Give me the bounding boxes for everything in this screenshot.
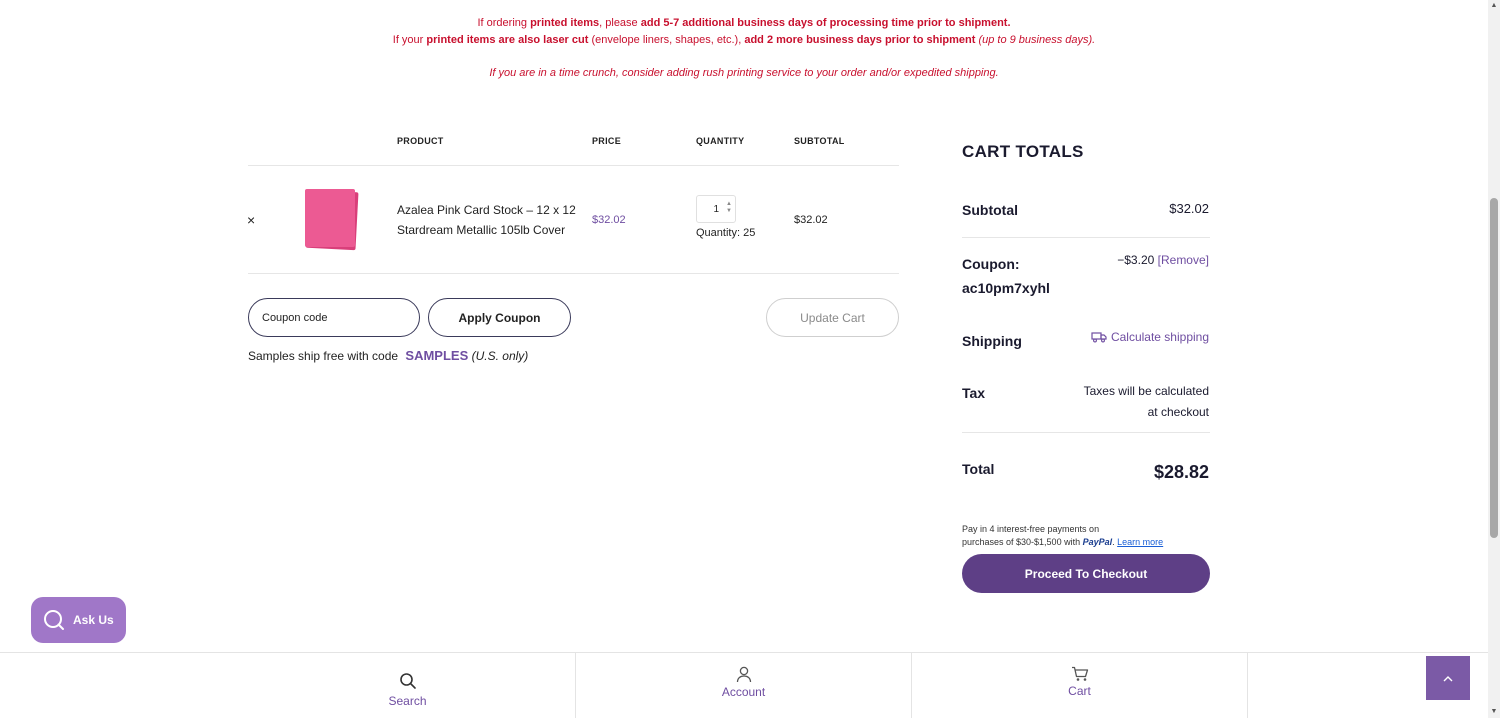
shipping-label: Shipping — [962, 333, 1022, 349]
apply-coupon-button[interactable]: Apply Coupon — [428, 298, 571, 337]
search-icon — [44, 610, 64, 630]
samples-code: SAMPLES — [405, 348, 469, 363]
page-scrollbar[interactable]: ▲ ▼ — [1488, 0, 1500, 718]
nav-divider — [1247, 653, 1248, 718]
learn-more-link[interactable]: Learn more — [1117, 537, 1163, 547]
truck-icon — [1091, 332, 1107, 343]
cart-icon — [1071, 666, 1088, 681]
remove-coupon-link[interactable]: [Remove] — [1158, 253, 1209, 267]
scroll-down-arrow-icon[interactable]: ▼ — [1488, 706, 1500, 718]
coupon-discount: −$3.20 [Remove] — [1117, 253, 1209, 267]
printing-notice-2: If your printed items are also laser cut… — [392, 34, 1096, 46]
samples-note: Samples ship free with code SAMPLES (U.S… — [248, 348, 529, 363]
total-label: Total — [962, 461, 995, 477]
scrollbar-thumb[interactable] — [1490, 198, 1498, 538]
chevron-up-icon — [1443, 675, 1453, 681]
user-icon — [736, 666, 751, 682]
printing-notice-1: If ordering printed items, please add 5-… — [477, 17, 1011, 29]
rush-notice: If you are in a time crunch, consider ad… — [489, 67, 999, 79]
paylater-message: Pay in 4 interest-free payments on purch… — [962, 524, 1164, 547]
search-icon — [399, 673, 416, 689]
coupon-code-input[interactable] — [248, 298, 420, 337]
tax-label: Tax — [962, 385, 986, 401]
header-price: PRICE — [592, 136, 622, 146]
paypal-logo: PayPal — [1082, 537, 1113, 547]
calculate-shipping-link[interactable]: Calculate shipping — [1091, 330, 1209, 344]
table-divider — [248, 165, 899, 166]
nav-account[interactable]: Account — [576, 653, 911, 718]
cart-totals-title: CART TOTALS — [962, 142, 1084, 161]
item-price: $32.02 — [592, 214, 626, 226]
tax-note: Taxes will be calculated at checkout — [1083, 384, 1209, 419]
subtotal-value: $32.02 — [1169, 201, 1209, 216]
stepper-arrows-icon[interactable]: ▲ ▼ — [726, 201, 732, 215]
product-thumbnail[interactable] — [303, 187, 359, 251]
totals-divider — [962, 237, 1210, 238]
proceed-to-checkout-button[interactable]: Proceed To Checkout — [962, 554, 1210, 593]
product-name-link[interactable]: Azalea Pink Card Stock – 12 x 12 Stardre… — [397, 200, 582, 240]
quantity-note: Quantity: 25 — [696, 227, 756, 239]
coupon-label: Coupon: — [962, 256, 1020, 272]
coupon-code: ac10pm7xyhl — [962, 280, 1050, 296]
nav-cart[interactable]: Cart — [912, 653, 1247, 718]
table-divider — [248, 273, 899, 274]
bottom-nav: Search Account Cart — [0, 652, 1488, 718]
header-quantity: QUANTITY — [696, 136, 745, 146]
item-subtotal: $32.02 — [794, 214, 828, 226]
scroll-up-arrow-icon[interactable]: ▲ — [1488, 0, 1500, 12]
remove-item-button[interactable]: × — [247, 212, 255, 228]
quantity-value: 1 — [713, 203, 719, 215]
scroll-to-top-button[interactable] — [1426, 656, 1470, 700]
total-value: $28.82 — [1153, 462, 1209, 482]
ask-us-button[interactable]: Ask Us — [31, 597, 126, 643]
header-subtotal: SUBTOTAL — [794, 136, 845, 146]
header-product: PRODUCT — [397, 136, 444, 146]
subtotal-label: Subtotal — [962, 202, 1018, 218]
nav-search[interactable]: Search — [240, 653, 575, 718]
update-cart-button[interactable]: Update Cart — [766, 298, 899, 337]
totals-divider — [962, 432, 1210, 433]
quantity-stepper[interactable]: 1 ▲ ▼ — [696, 195, 736, 223]
